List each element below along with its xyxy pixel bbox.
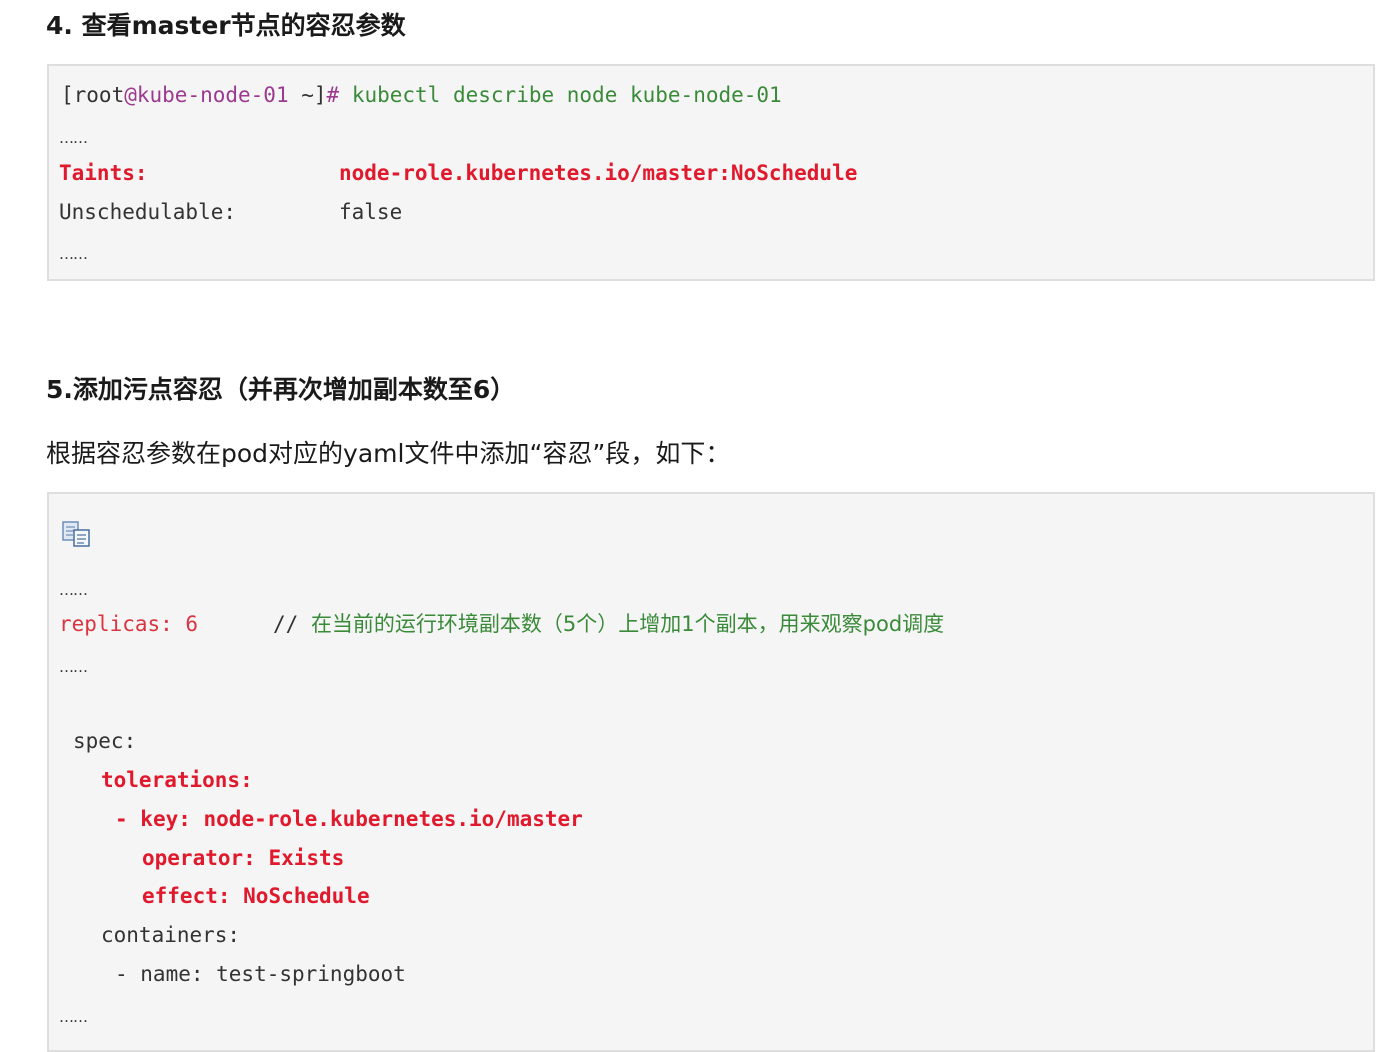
spec-key: spec: [73, 729, 137, 753]
operator-label: operator: [142, 846, 269, 870]
toleration-effect-line: effect: NoSchedule [142, 882, 370, 910]
unschedulable-key: Unschedulable: [59, 200, 237, 224]
taints-key: Taints: [59, 161, 148, 185]
toleration-key-line: - key: node-role.kubernetes.io/master [115, 805, 583, 833]
replicas-setting: replicas: 6 [59, 612, 199, 636]
prompt-open: [root [61, 83, 125, 107]
effect-value: NoSchedule [243, 884, 370, 908]
taints-value: node-role.kubernetes.io/master:NoSchedul… [339, 161, 858, 185]
ellipsis: …… [59, 658, 88, 676]
prompt-hash: # [326, 83, 352, 107]
effect-label: effect: [142, 884, 244, 908]
ellipsis: …… [59, 581, 88, 599]
key-label: key: [140, 807, 204, 831]
comment-slashes: // [273, 612, 311, 636]
list-dash: - [115, 807, 141, 831]
prompt-close: ~] [288, 83, 327, 107]
prompt-host: kube-node-01 [136, 83, 289, 107]
code-block-describe-node: [root@kube-node-01 ~]# kubectl describe … [47, 64, 1375, 281]
tolerations-key: tolerations: [101, 768, 253, 792]
operator-value: Exists [268, 846, 345, 870]
toleration-operator-line: operator: Exists [142, 844, 344, 872]
container-name-line: - name: test-springboot [115, 962, 406, 986]
section-heading-4: 4. 查看master节点的容忍参数 [46, 11, 406, 40]
unschedulable-value: false [339, 200, 403, 224]
code-block-tolerations-yaml: …… replicas: 6 // 在当前的运行环境副本数（5个）上增加1个副本… [47, 492, 1375, 1052]
command-line: [root@kube-node-01 ~]# kubectl describe … [61, 81, 782, 109]
comment-text: 在当前的运行环境副本数（5个）上增加1个副本，用来观察pod调度 [310, 612, 945, 636]
replicas-comment: // 在当前的运行环境副本数（5个）上增加1个副本，用来观察pod调度 [273, 610, 944, 638]
containers-key: containers: [101, 923, 241, 947]
key-value: node-role.kubernetes.io/master [203, 807, 583, 831]
description-text: 根据容忍参数在pod对应的yaml文件中添加“容忍”段，如下： [46, 439, 731, 468]
ellipsis: …… [59, 129, 88, 147]
copy-icon[interactable] [61, 520, 93, 548]
ellipsis: …… [59, 1008, 88, 1026]
prompt-at: @ [124, 83, 137, 107]
ellipsis: …… [59, 245, 88, 263]
replicas-line: replicas: 6 [59, 610, 198, 638]
kubectl-command: kubectl describe node kube-node-01 [351, 83, 782, 107]
section-heading-5: 5.添加污点容忍（并再次增加副本数至6） [46, 375, 516, 404]
